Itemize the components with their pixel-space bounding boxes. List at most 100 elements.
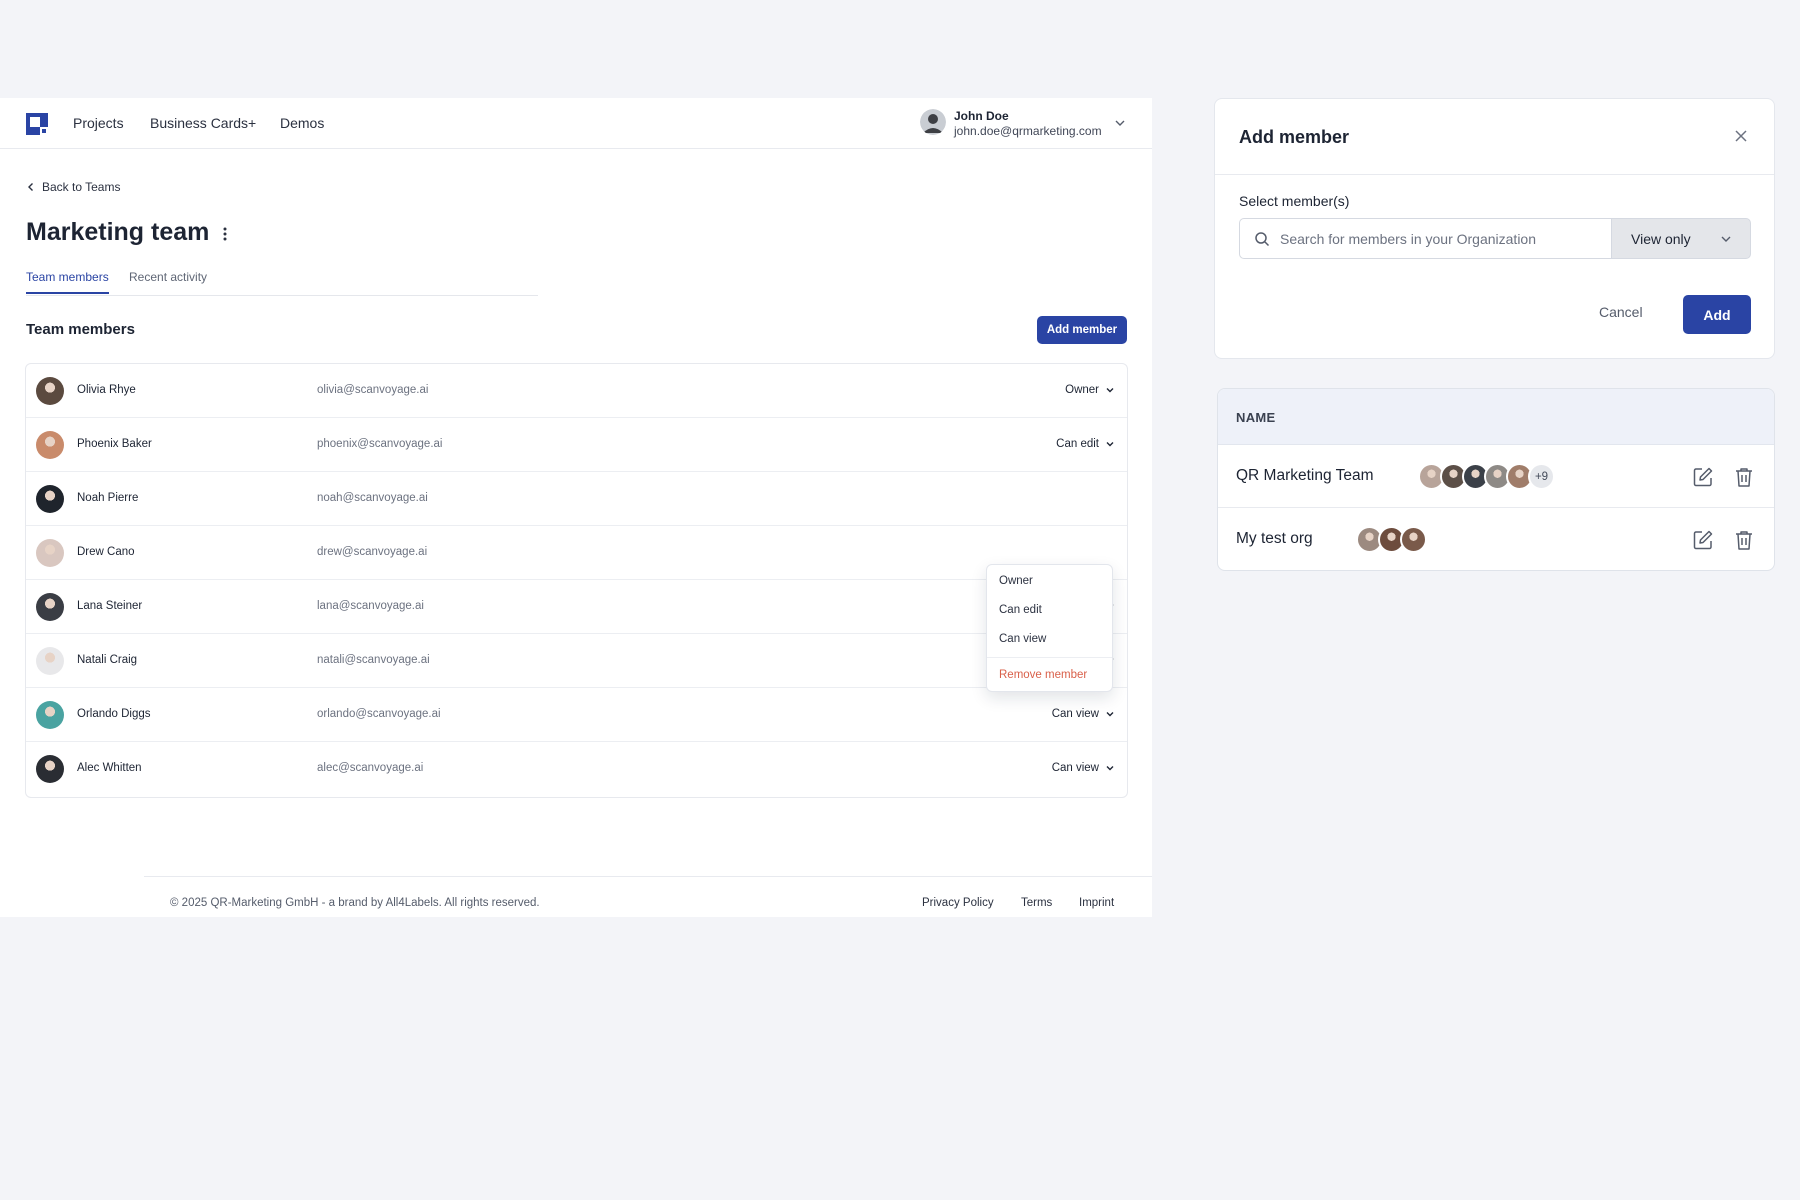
member-name: Noah Pierre	[77, 492, 139, 504]
member-row[interactable]: Olivia Rhye olivia@scanvoyage.ai Owner	[26, 364, 1127, 418]
member-name: Lana Steiner	[77, 600, 143, 612]
avatar	[1400, 526, 1427, 553]
section-title: Team members	[26, 321, 135, 338]
member-name: Drew Cano	[77, 546, 135, 558]
add-button[interactable]: Add	[1683, 295, 1751, 334]
member-row[interactable]: Drew Cano drew@scanvoyage.ai	[26, 526, 1127, 580]
tab-team-members[interactable]: Team members	[26, 270, 109, 294]
chevron-left-icon	[28, 183, 33, 191]
menu-item-owner[interactable]: Owner	[999, 575, 1033, 587]
chevron-down-icon	[1106, 766, 1114, 771]
copyright-text: © 2025 QR-Marketing GmbH - a brand by Al…	[170, 897, 540, 909]
permission-value: View only	[1631, 231, 1691, 247]
avatar	[36, 377, 64, 405]
modal-divider	[1215, 174, 1774, 175]
chevron-down-icon	[1106, 388, 1114, 393]
column-header-name: NAME	[1236, 410, 1276, 425]
menu-item-can-edit[interactable]: Can edit	[999, 604, 1042, 616]
add-member-button[interactable]: Add member	[1037, 316, 1127, 344]
member-name: Alec Whitten	[77, 762, 142, 774]
avatar	[36, 647, 64, 675]
member-search-input[interactable]	[1280, 219, 1600, 258]
member-search-box	[1239, 218, 1613, 259]
footer-divider	[144, 876, 1152, 877]
avatar	[36, 755, 64, 783]
trash-icon[interactable]	[1733, 529, 1755, 551]
member-email: noah@scanvoyage.ai	[317, 492, 428, 504]
avatar	[36, 593, 64, 621]
teams-table: NAME QR Marketing Team +9 My test org	[1217, 388, 1775, 571]
menu-divider	[987, 657, 1112, 658]
menu-item-can-view[interactable]: Can view	[999, 633, 1046, 645]
back-label: Back to Teams	[42, 180, 121, 194]
footer-privacy-link[interactable]: Privacy Policy	[922, 897, 994, 909]
chevron-down-icon	[1721, 236, 1731, 242]
tab-recent-activity[interactable]: Recent activity	[129, 270, 207, 292]
chevron-down-icon	[1106, 712, 1114, 717]
avatar	[36, 485, 64, 513]
footer-terms-link[interactable]: Terms	[1021, 897, 1052, 909]
avatar	[36, 431, 64, 459]
member-email: lana@scanvoyage.ai	[317, 600, 424, 612]
edit-icon[interactable]	[1692, 529, 1714, 551]
trash-icon[interactable]	[1733, 466, 1755, 488]
close-icon[interactable]	[1732, 127, 1750, 145]
members-list: Olivia Rhye olivia@scanvoyage.ai Owner P…	[25, 363, 1128, 798]
top-navigation: Projects Business Cards+ Demos John Doe …	[0, 98, 1152, 149]
modal-title: Add member	[1239, 127, 1350, 147]
add-member-modal: Add member Select member(s) View only Ca…	[1214, 98, 1775, 359]
role-select[interactable]: Can view	[1052, 762, 1115, 774]
nav-projects[interactable]: Projects	[73, 115, 124, 131]
user-email: john.doe@qrmarketing.com	[954, 124, 1102, 138]
permission-select[interactable]: View only	[1611, 218, 1751, 259]
menu-item-remove-member[interactable]: Remove member	[999, 669, 1087, 681]
chevron-down-icon	[1106, 442, 1114, 447]
role-select[interactable]: Owner	[1065, 384, 1115, 396]
search-icon	[1255, 232, 1270, 247]
team-name: My test org	[1236, 530, 1313, 547]
table-row[interactable]: My test org	[1218, 508, 1774, 570]
chevron-down-icon[interactable]	[1113, 116, 1127, 130]
table-header: NAME	[1218, 389, 1774, 445]
member-email: natali@scanvoyage.ai	[317, 654, 430, 666]
footer-imprint-link[interactable]: Imprint	[1079, 897, 1114, 909]
member-name: Natali Craig	[77, 654, 138, 666]
member-name: Phoenix Baker	[77, 438, 152, 450]
nav-business-cards[interactable]: Business Cards+	[150, 115, 256, 131]
member-name: Olivia Rhye	[77, 384, 136, 396]
member-email: olivia@scanvoyage.ai	[317, 384, 429, 396]
avatar	[36, 539, 64, 567]
more-options-icon[interactable]	[218, 225, 232, 243]
member-email: orlando@scanvoyage.ai	[317, 708, 441, 720]
role-label: Can edit	[1056, 438, 1099, 450]
team-name: QR Marketing Team	[1236, 467, 1374, 484]
role-label: Can view	[1051, 762, 1099, 774]
nav-demos[interactable]: Demos	[280, 115, 324, 131]
back-to-teams-link[interactable]: Back to Teams	[26, 180, 120, 194]
qr-logo-icon[interactable]	[26, 113, 48, 135]
edit-icon[interactable]	[1692, 466, 1714, 488]
user-avatar	[920, 109, 946, 135]
cancel-button[interactable]: Cancel	[1599, 304, 1643, 320]
avatar	[36, 701, 64, 729]
member-email: drew@scanvoyage.ai	[317, 546, 428, 558]
member-row[interactable]: Orlando Diggs orlando@scanvoyage.ai Can …	[26, 688, 1127, 742]
table-row[interactable]: QR Marketing Team +9	[1218, 445, 1774, 508]
member-row[interactable]: Phoenix Baker phoenix@scanvoyage.ai Can …	[26, 418, 1127, 472]
select-members-label: Select member(s)	[1239, 193, 1350, 209]
member-email: alec@scanvoyage.ai	[317, 762, 424, 774]
member-row[interactable]: Lana Steiner lana@scanvoyage.ai Can view	[26, 580, 1127, 634]
more-members-badge: +9	[1528, 463, 1555, 490]
role-dropdown-menu: Owner Can edit Can view Remove member	[986, 564, 1113, 692]
role-label: Owner	[1065, 384, 1099, 396]
user-name: John Doe	[954, 109, 1009, 123]
page-title: Marketing team	[26, 218, 210, 246]
member-row[interactable]: Alec Whitten alec@scanvoyage.ai Can view	[26, 742, 1127, 796]
role-select[interactable]: Can edit	[1056, 438, 1115, 450]
member-email: phoenix@scanvoyage.ai	[317, 438, 443, 450]
member-row[interactable]: Noah Pierre noah@scanvoyage.ai	[26, 472, 1127, 526]
role-label: Can view	[1051, 708, 1099, 720]
role-select[interactable]: Can view	[1052, 708, 1115, 720]
tab-bar: Team members Recent activity	[26, 270, 538, 296]
member-row[interactable]: Natali Craig natali@scanvoyage.ai Can vi…	[26, 634, 1127, 688]
